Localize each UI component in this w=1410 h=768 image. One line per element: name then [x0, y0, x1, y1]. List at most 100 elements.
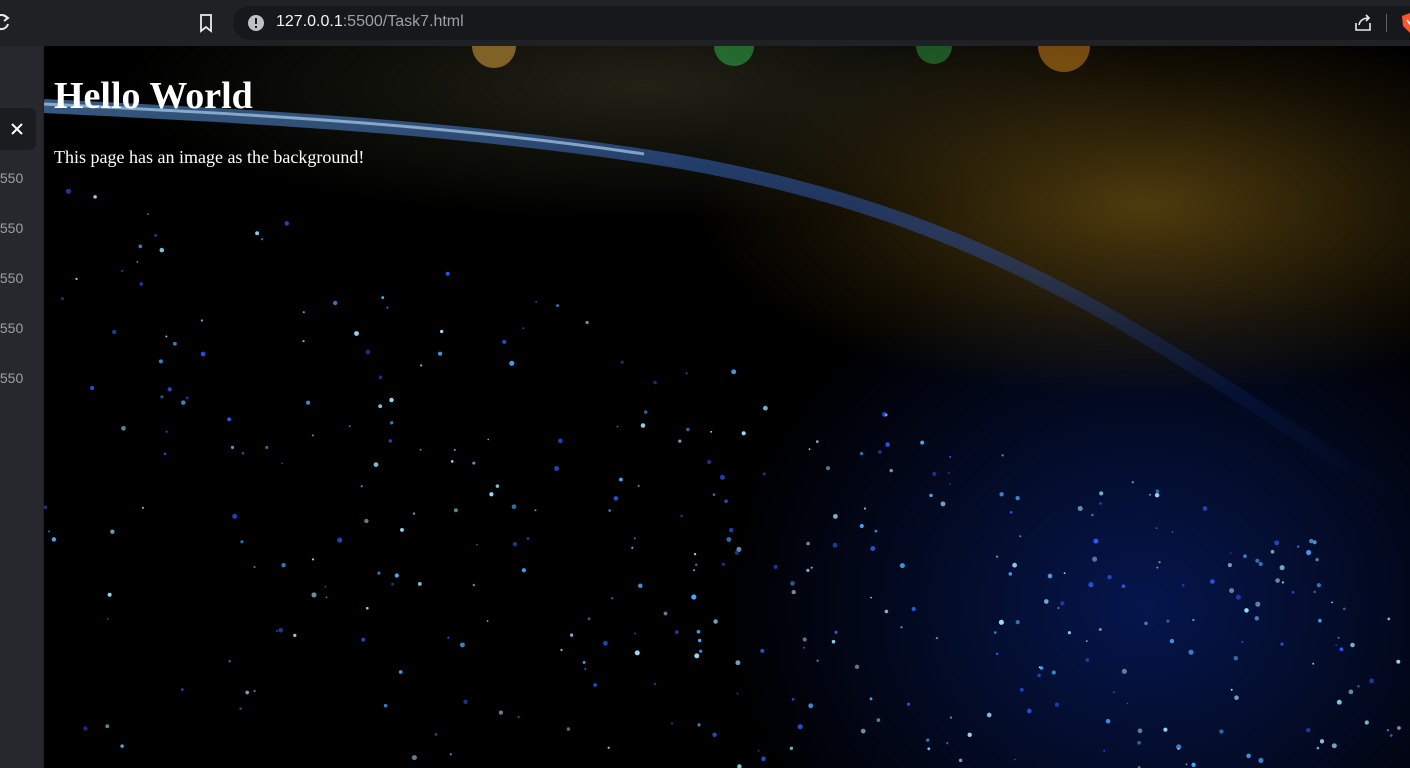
- glow-dot: [1019, 535, 1022, 538]
- address-bar[interactable]: 127.0.0.1:5500/Task7.html: [233, 6, 1410, 40]
- glow-dot: [417, 581, 422, 586]
- glow-dot: [1312, 662, 1315, 665]
- share-icon[interactable]: [1353, 13, 1373, 33]
- reload-icon[interactable]: [0, 12, 12, 32]
- glow-dot: [412, 512, 416, 515]
- glow-dot: [509, 360, 515, 366]
- glow-dot: [534, 509, 537, 512]
- close-panel-button[interactable]: [0, 108, 36, 150]
- glow-dot: [390, 421, 394, 425]
- glow-dot: [885, 442, 890, 447]
- glow-dot: [870, 596, 872, 599]
- glow-dot: [1309, 538, 1314, 544]
- glow-dot: [698, 649, 703, 653]
- glow-dot: [558, 438, 563, 444]
- side-panel-item[interactable]: :550: [0, 370, 23, 386]
- bookmark-icon[interactable]: [197, 13, 215, 33]
- glow-dot: [463, 699, 468, 704]
- glow-dot: [388, 439, 392, 443]
- glow-dot: [365, 349, 371, 355]
- glow-dot: [360, 485, 363, 488]
- glow-dot: [815, 440, 819, 443]
- glow-dot: [1234, 695, 1239, 700]
- glow-dot: [228, 660, 231, 663]
- glow-dot: [281, 562, 286, 568]
- glow-dot: [1254, 616, 1259, 621]
- glow-dot: [653, 682, 657, 686]
- site-info-icon[interactable]: [247, 14, 265, 32]
- glow-dot: [1191, 762, 1196, 767]
- glow-dot: [680, 514, 683, 518]
- glow-dot: [1181, 583, 1185, 587]
- browser-toolbar: 127.0.0.1:5500/Task7.html: [0, 0, 1410, 46]
- glow-dot: [1336, 699, 1342, 705]
- glow-dot: [797, 724, 803, 730]
- url-text[interactable]: 127.0.0.1:5500/Task7.html: [276, 13, 464, 31]
- glow-dot: [1342, 607, 1346, 611]
- glow-dot: [302, 311, 305, 314]
- glow-dot: [1357, 685, 1360, 688]
- glow-dot: [710, 430, 713, 433]
- glow-dot: [1331, 601, 1333, 604]
- glow-dot: [1067, 631, 1071, 635]
- url-host: 127.0.0.1: [276, 13, 343, 30]
- glow-dot: [447, 636, 450, 639]
- glow-dot: [1085, 640, 1088, 643]
- glow-dot: [762, 405, 768, 411]
- glow-dot: [138, 244, 143, 249]
- glow-dot: [1291, 591, 1295, 594]
- glow-dot: [1158, 561, 1161, 564]
- glow-dot: [498, 710, 503, 715]
- glow-dot: [181, 400, 186, 405]
- glow-dot: [831, 639, 836, 644]
- glow-dot: [110, 529, 115, 534]
- glow-dot: [929, 493, 933, 498]
- glow-dot: [112, 329, 117, 335]
- glow-dot: [1350, 642, 1355, 648]
- glow-dot: [1396, 659, 1401, 664]
- glow-dot: [693, 552, 697, 556]
- glow-dot: [147, 213, 149, 215]
- glow-dot: [1337, 636, 1340, 639]
- glow-dot: [1169, 638, 1175, 644]
- glow-dot: [453, 508, 458, 513]
- glow-dot: [693, 569, 695, 572]
- glow-dot: [1113, 691, 1115, 694]
- glow-dot: [884, 413, 888, 417]
- glow-dot: [863, 507, 866, 510]
- glow-dot: [159, 247, 165, 253]
- glow-dot: [1038, 666, 1041, 669]
- glow-dot: [383, 703, 388, 708]
- side-panel-item[interactable]: :550: [0, 320, 23, 336]
- glow-dot: [832, 513, 838, 519]
- glow-dot: [582, 660, 586, 664]
- glow-dot: [825, 466, 831, 471]
- glow-dot: [1306, 549, 1312, 556]
- glow-dot: [438, 351, 443, 356]
- glow-dot: [93, 195, 97, 199]
- glow-dot: [697, 723, 701, 727]
- glow-dot: [419, 448, 422, 451]
- glow-dot: [1297, 545, 1300, 548]
- glow-dot: [1316, 583, 1322, 588]
- glow-dot: [1171, 530, 1174, 533]
- glow-dot: [361, 637, 366, 642]
- glow-dot: [967, 732, 972, 737]
- glow-dot: [106, 618, 109, 620]
- glow-dot: [158, 359, 163, 364]
- glow-dot: [253, 689, 256, 693]
- brave-shield-icon[interactable]: [1400, 12, 1410, 34]
- side-panel-item[interactable]: :550: [0, 270, 23, 286]
- glow-dot: [240, 540, 244, 544]
- side-panel-item[interactable]: :550: [0, 220, 23, 236]
- side-panel-item[interactable]: :550: [0, 170, 23, 186]
- glow-dot: [1397, 726, 1401, 730]
- glow-dot: [958, 758, 963, 763]
- glow-dot: [1054, 702, 1060, 707]
- glow-dot: [44, 505, 48, 509]
- glow-dot: [1230, 688, 1233, 691]
- glow-dot: [1092, 556, 1098, 562]
- glow-dot: [450, 460, 454, 463]
- glow-dot: [241, 452, 245, 455]
- glow-dot: [1155, 527, 1158, 529]
